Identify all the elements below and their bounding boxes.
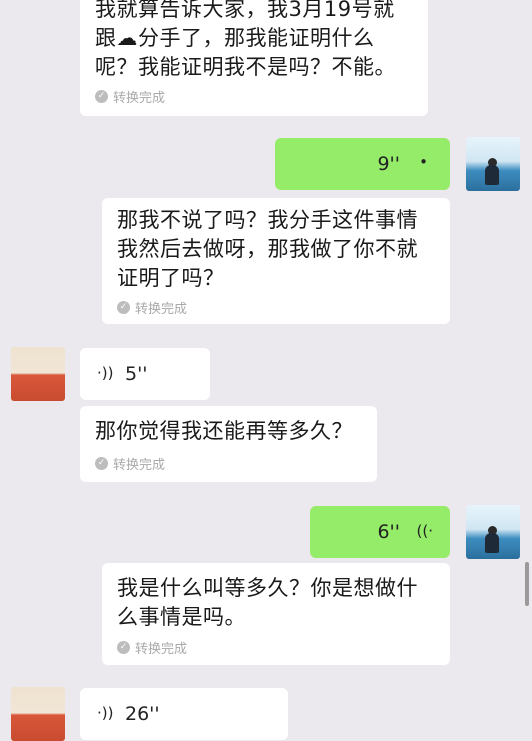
- avatar[interactable]: [11, 687, 65, 741]
- check-circle-icon: ✓: [117, 641, 130, 654]
- avatar[interactable]: [466, 137, 520, 191]
- avatar[interactable]: [466, 505, 520, 559]
- voice-wave-icon: ·)): [97, 704, 114, 722]
- voice-message-bubble[interactable]: 6'' ((·: [310, 506, 450, 558]
- transcript-bubble[interactable]: 那你觉得我还能再等多久？ ✓ 转换完成: [80, 406, 377, 482]
- transcript-status: ✓ 转换完成: [95, 87, 165, 106]
- transcript-status: ✓ 转换完成: [95, 454, 165, 473]
- avatar-figure-body: [485, 533, 499, 553]
- voice-message-bubble[interactable]: ·)) 26'': [80, 688, 288, 740]
- voice-message-bubble[interactable]: 9'' •: [275, 138, 450, 190]
- status-text: 转换完成: [113, 91, 166, 106]
- transcript-line: 跟☁分手了，那我能证明什么: [95, 26, 375, 50]
- status-text: 转换完成: [135, 302, 188, 317]
- transcript-line: 呢？我能证明我不是吗？不能。: [95, 55, 396, 79]
- transcript-line: 我是什么叫等多久？你是想做什: [117, 576, 418, 600]
- avatar[interactable]: [11, 347, 65, 401]
- transcript-line: 么事情是吗。: [117, 605, 246, 629]
- check-circle-icon: ✓: [95, 457, 108, 470]
- transcript-status: ✓ 转换完成: [117, 298, 187, 317]
- transcript-bubble[interactable]: 那我不说了吗？我分手这件事情 我然后去做呀，那我做了你不就 证明了吗？ ✓ 转换…: [102, 198, 450, 324]
- voice-wave-icon: ·)): [97, 364, 114, 382]
- voice-duration: 5'': [125, 363, 148, 385]
- voice-duration: 26'': [125, 703, 160, 725]
- transcript-bubble[interactable]: 我就算告诉大家，我3月19号就 跟☁分手了，那我能证明什么 呢？我能证明我不是吗…: [80, 0, 428, 116]
- status-text: 转换完成: [135, 642, 188, 657]
- voice-duration: 9'': [377, 153, 400, 175]
- voice-wave-icon: ((·: [416, 522, 433, 540]
- transcript-line: 那我不说了吗？我分手这件事情: [117, 208, 418, 232]
- transcript-bubble[interactable]: 我是什么叫等多久？你是想做什 么事情是吗。 ✓ 转换完成: [102, 563, 450, 665]
- status-text: 转换完成: [113, 458, 166, 473]
- voice-duration: 6'': [377, 521, 400, 543]
- voice-message-bubble[interactable]: ·)) 5'': [80, 348, 210, 400]
- check-circle-icon: ✓: [95, 90, 108, 103]
- voice-wave-icon: •: [419, 153, 428, 171]
- transcript-line: 那你觉得我还能再等多久？: [95, 419, 353, 443]
- check-circle-icon: ✓: [117, 301, 130, 314]
- transcript-line: 证明了吗？: [117, 266, 225, 290]
- scrollbar[interactable]: [525, 562, 529, 606]
- transcript-line: 我就算告诉大家，我3月19号就: [95, 0, 395, 21]
- transcript-status: ✓ 转换完成: [117, 638, 187, 657]
- transcript-line: 我然后去做呀，那我做了你不就: [117, 237, 418, 261]
- avatar-figure-body: [485, 165, 499, 185]
